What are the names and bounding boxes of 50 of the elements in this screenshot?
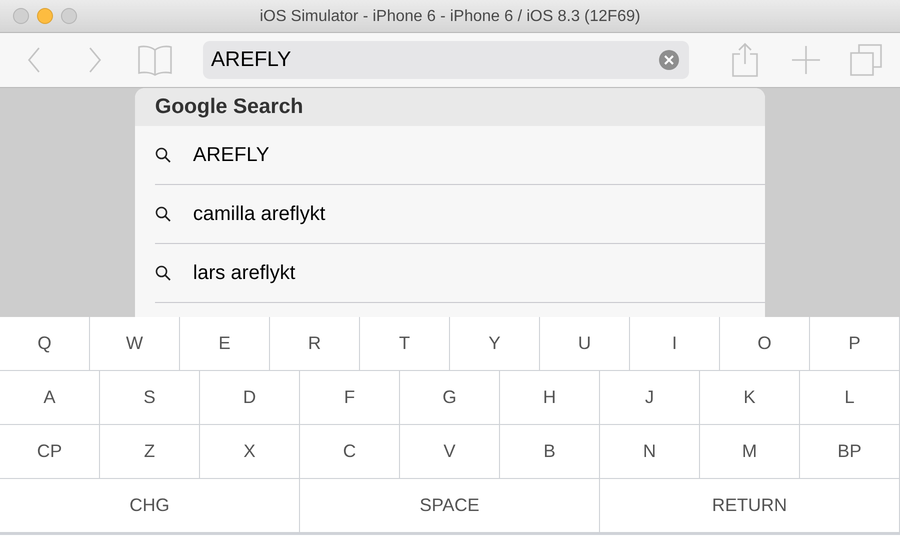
keyboard-key[interactable]: X (200, 425, 300, 479)
keyboard-key[interactable]: Z (100, 425, 200, 479)
section-header: Google Search (135, 88, 765, 126)
keyboard-key[interactable]: L (800, 371, 900, 425)
keyboard-key[interactable]: Y (450, 317, 540, 371)
keyboard-key[interactable]: E (180, 317, 270, 371)
window-control-button[interactable] (13, 8, 29, 24)
keyboard-key[interactable]: CHG (0, 479, 300, 533)
keyboard-key[interactable]: CP (0, 425, 100, 479)
window-title: iOS Simulator - iPhone 6 - iPhone 6 / iOS 8.3 (12F69) (260, 7, 640, 27)
keyboard-key[interactable]: D (200, 371, 300, 425)
forward-icon (88, 46, 102, 74)
keyboard-key[interactable]: BP (800, 425, 900, 479)
book-icon (136, 44, 173, 76)
address-field[interactable]: AREFLY (203, 41, 689, 79)
suggestion-item[interactable]: AREFLY (155, 126, 765, 185)
keyboard-key[interactable]: I (630, 317, 720, 371)
keyboard-key[interactable]: U (540, 317, 630, 371)
keyboard-key[interactable]: J (600, 371, 700, 425)
search-icon (155, 206, 171, 222)
keyboard-key[interactable]: N (600, 425, 700, 479)
keyboard-key[interactable]: G (400, 371, 500, 425)
keyboard-key[interactable]: W (90, 317, 180, 371)
suggestion-item[interactable]: lars areflykt (155, 244, 765, 303)
suggestion-item[interactable]: camilla areflykt (155, 185, 765, 244)
keyboard-key[interactable]: H (500, 371, 600, 425)
keyboard-key[interactable]: T (360, 317, 450, 371)
back-icon (27, 46, 42, 74)
share-icon (731, 42, 760, 78)
window-control-button[interactable] (61, 8, 77, 24)
keyboard-key[interactable]: S (100, 371, 200, 425)
keyboard-key[interactable]: SPACE (300, 479, 600, 533)
search-icon (155, 147, 171, 163)
keyboard-key[interactable]: B (500, 425, 600, 479)
tabs-icon (848, 43, 883, 77)
keyboard-key[interactable]: RETURN (600, 479, 900, 533)
keyboard-key[interactable]: C (300, 425, 400, 479)
keyboard-key[interactable]: F (300, 371, 400, 425)
search-icon (155, 265, 171, 281)
keyboard-key[interactable]: R (270, 317, 360, 371)
keyboard-key[interactable]: A (0, 371, 100, 425)
keyboard-key[interactable]: P (810, 317, 900, 371)
keyboard-key[interactable]: Q (0, 317, 90, 371)
window-control-button[interactable] (37, 8, 53, 24)
keyboard-key[interactable]: M (700, 425, 800, 479)
keyboard-key[interactable]: V (400, 425, 500, 479)
plus-icon (790, 45, 821, 75)
keyboard-key[interactable]: K (700, 371, 800, 425)
close-icon (664, 55, 674, 65)
keyboard-key[interactable]: O (720, 317, 810, 371)
